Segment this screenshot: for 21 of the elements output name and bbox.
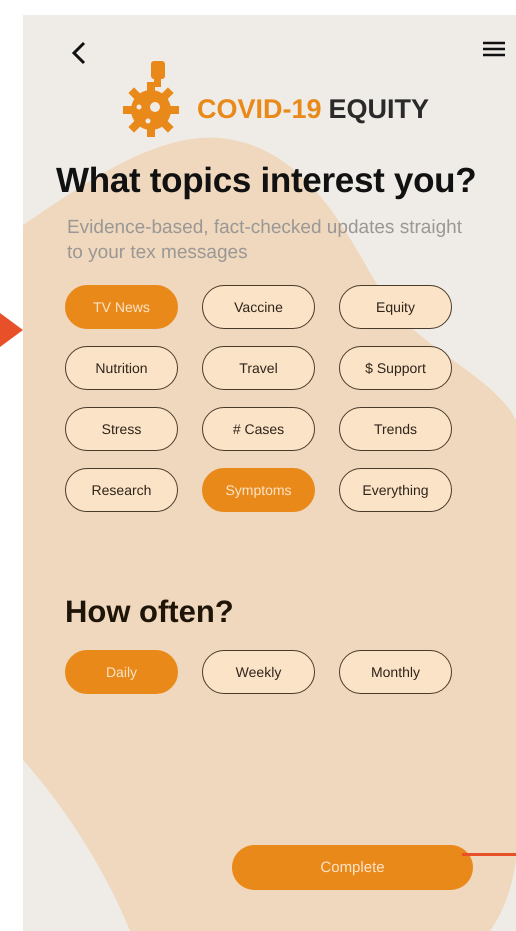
topic-chip[interactable]: Stress <box>65 407 178 451</box>
menu-icon[interactable] <box>483 41 505 57</box>
topic-chip[interactable]: Nutrition <box>65 346 178 390</box>
frequency-chip[interactable]: Monthly <box>339 650 452 694</box>
brand-name: COVID-19 <box>197 94 322 124</box>
topic-chip[interactable]: Everything <box>339 468 452 512</box>
topic-chip[interactable]: Equity <box>339 285 452 329</box>
brand-name: EQUITY <box>328 94 430 124</box>
topic-chip[interactable]: Trends <box>339 407 452 451</box>
section-heading: How often? <box>65 594 235 630</box>
pointer-arrow <box>0 313 23 347</box>
subtitle-text: Evidence-based, fact-checked updates straight to your tex messages <box>67 216 464 265</box>
virus-icon <box>123 61 179 137</box>
topic-chip[interactable]: Vaccine <box>202 285 315 329</box>
page-heading: What topics interest you? <box>56 161 478 201</box>
back-icon[interactable] <box>71 41 87 65</box>
frequency-chip[interactable]: Weekly <box>202 650 315 694</box>
topic-chip[interactable]: Travel <box>202 346 315 390</box>
topic-chip[interactable]: $ Support <box>339 346 452 390</box>
topic-chip[interactable]: Research <box>65 468 178 512</box>
topic-chip[interactable]: # Cases <box>202 407 315 451</box>
